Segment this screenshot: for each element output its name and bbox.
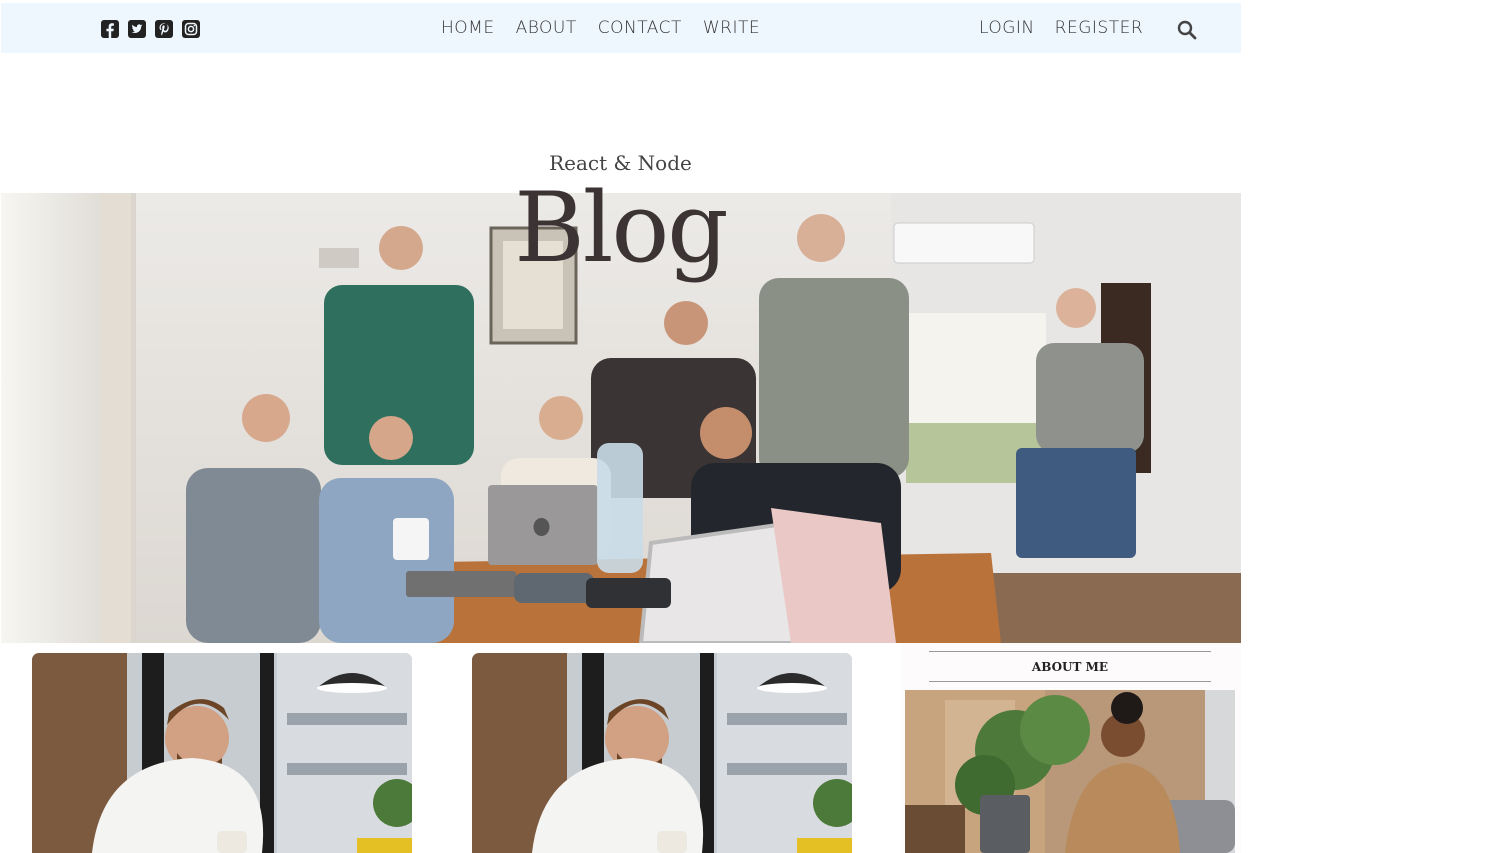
facebook-square-icon[interactable] (101, 20, 119, 38)
header-title: Blog (514, 172, 729, 284)
top-bar: HOME ABOUT CONTACT WRITE LOGIN REGISTER (1, 3, 1241, 53)
post-thumbnail[interactable] (472, 653, 852, 853)
instagram-square-icon[interactable] (182, 20, 200, 38)
man-laughing-photo (32, 653, 412, 853)
sidebar: ABOUT ME (901, 643, 1241, 853)
nav-login[interactable]: LOGIN (979, 18, 1035, 38)
woman-with-laptop-photo (905, 690, 1235, 853)
sidebar-title: ABOUT ME (929, 651, 1211, 682)
nav-home[interactable]: HOME (441, 18, 495, 38)
auth-nav: LOGIN REGISTER (979, 18, 1143, 38)
social-icons (101, 20, 200, 38)
nav-contact[interactable]: CONTACT (598, 18, 682, 38)
man-laughing-photo (472, 653, 852, 853)
nav-write[interactable]: WRITE (703, 18, 760, 38)
nav-register[interactable]: REGISTER (1055, 18, 1143, 38)
about-me-image (905, 690, 1235, 853)
pinterest-square-icon[interactable] (155, 20, 173, 38)
post-thumbnail[interactable] (32, 653, 412, 853)
nav-about[interactable]: ABOUT (516, 18, 577, 38)
main-nav: HOME ABOUT CONTACT WRITE (441, 18, 760, 38)
twitter-square-icon[interactable] (128, 20, 146, 38)
search-icon[interactable] (1177, 20, 1197, 40)
